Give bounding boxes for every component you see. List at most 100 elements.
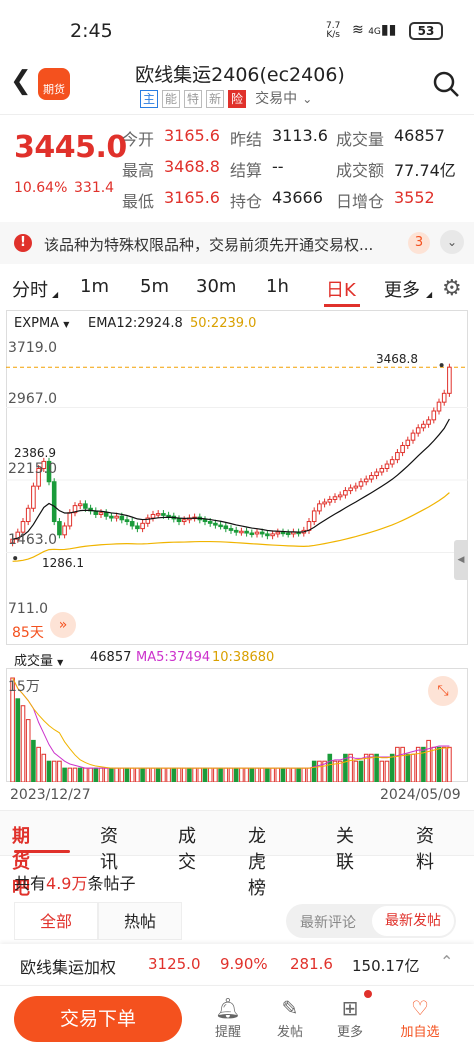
y-tick-1: 3719.0 [8, 340, 57, 356]
period-tab[interactable]: 30m [196, 276, 236, 297]
sub-tab[interactable]: 成交 [178, 822, 196, 874]
filter-all[interactable]: 全部 [14, 902, 98, 940]
ma10-label: 10:38680 [212, 650, 275, 665]
candle-body [447, 366, 452, 394]
period-tab[interactable]: 1m [80, 276, 109, 297]
candle-body [119, 515, 125, 521]
candle-body [337, 494, 343, 498]
volume-bar [129, 767, 135, 782]
volume-bar [384, 760, 390, 782]
candle-body [77, 503, 83, 507]
indicator-selector[interactable]: EXPMA ▼ [14, 316, 69, 331]
fullscreen-icon[interactable]: ⤡ [428, 676, 458, 706]
volume-bar [431, 746, 437, 782]
candle-body [280, 531, 286, 535]
volume-bar [405, 753, 411, 782]
candle-body [259, 531, 265, 535]
sub-tab[interactable]: 资料 [416, 822, 434, 874]
sub-tab[interactable]: 关联 [336, 822, 354, 874]
sub-tab[interactable]: 龙虎榜 [248, 822, 266, 900]
volume-bar [98, 767, 104, 782]
related-price: 3125.0 [148, 955, 201, 973]
sort-latest-comment[interactable]: 最新评论 [300, 912, 356, 932]
volume-bar [296, 767, 301, 782]
candle-body [285, 532, 291, 536]
ema12-line [12, 418, 450, 540]
period-tab[interactable]: 日K [326, 276, 356, 302]
candle-body [270, 533, 275, 537]
candle-body [405, 439, 411, 446]
volume-bar [317, 760, 322, 782]
quote-label: 成交量 [336, 130, 385, 149]
quote-label: 最高 [122, 161, 155, 180]
candle-body [311, 510, 317, 523]
volume-bar [67, 767, 73, 782]
y-tick-2: 2967.0 [8, 391, 57, 407]
candle-body [155, 513, 161, 516]
y-tick-3: 2215.0 [8, 461, 57, 477]
ma10-line [12, 677, 450, 769]
sub-tab[interactable]: 资讯 [100, 822, 118, 874]
dropdown-caret-icon: ◢ [426, 290, 433, 299]
volume-bar [291, 767, 296, 782]
candle-body [275, 531, 281, 535]
volume-bar [275, 767, 281, 782]
edit-icon: ✎ [281, 996, 299, 1020]
candle-body [150, 513, 156, 519]
candle-body [327, 498, 333, 503]
notice-bar[interactable]: ! 该品种为特殊权限品种，交易前须先开通交易权... 3 ⌄ [0, 222, 474, 264]
chevron-down-icon[interactable]: ⌄ [302, 92, 312, 106]
candle-body [369, 475, 374, 480]
low-marker: 1286.1 [42, 556, 84, 570]
collapse-handle[interactable]: ◀ [454, 540, 468, 580]
period-tab[interactable]: 1h [266, 276, 289, 297]
nav-watchlist[interactable]: ♡ 加自选 [394, 995, 446, 1040]
ema50-label: 50:2239.0 [190, 316, 257, 331]
nav-remind[interactable]: 🔔︎ 提醒 [202, 995, 254, 1040]
volume-selector[interactable]: 成交量 ▼ [14, 650, 63, 669]
period-tab[interactable]: 5m [140, 276, 169, 297]
sort-latest-post[interactable]: 最新发帖 [372, 906, 454, 936]
search-icon[interactable] [432, 70, 460, 102]
nav-post[interactable]: ✎ 发帖 [264, 995, 316, 1040]
trade-button[interactable]: 交易下单 [14, 996, 182, 1042]
candle-body [228, 528, 234, 531]
candle-body [431, 410, 437, 421]
scroll-back-icon[interactable]: » [50, 612, 76, 638]
volume-bar [77, 767, 83, 782]
quote-value: 46857 [394, 126, 445, 145]
volume-bar [223, 767, 229, 782]
ema12-label: EMA12:2924.8 [88, 316, 183, 331]
settings-icon[interactable]: ⚙ [442, 276, 462, 301]
volume-bar [51, 760, 57, 782]
alert-icon: ! [14, 234, 32, 252]
period-tab[interactable]: 更多 [384, 276, 420, 302]
volume-bar [254, 767, 260, 782]
related-pct: 9.90% [220, 955, 268, 973]
candle-body [244, 530, 249, 534]
related-bar[interactable]: 欧线集运加权 3125.0 9.90% 281.6 150.17亿 ⌃ [0, 944, 474, 984]
filter-hot[interactable]: 热帖 [98, 902, 182, 940]
dropdown-caret-icon: ◢ [52, 290, 59, 299]
candle-body [20, 521, 26, 533]
x-start-date: 2023/12/27 [10, 787, 91, 803]
volume-bar [25, 719, 31, 782]
quote-label: 昨结 [230, 130, 263, 149]
period-tab[interactable]: 分时 [12, 276, 48, 302]
back-icon[interactable]: ❮ [10, 66, 32, 96]
volume-bar [265, 767, 270, 782]
nav-more[interactable]: ⊞ 更多 [324, 995, 376, 1040]
candle-body [124, 519, 130, 523]
candle-body [57, 521, 62, 536]
candle-body [249, 532, 255, 536]
volume-bar [46, 760, 52, 782]
candle-body [358, 481, 364, 487]
volume-value: 46857 [90, 650, 132, 665]
arrow-up-icon[interactable]: ⌃ [440, 952, 453, 971]
volume-chart [10, 677, 452, 782]
quote-value: 43666 [272, 188, 323, 207]
volume-bar [109, 767, 114, 782]
expand-icon[interactable]: ⌄ [440, 230, 464, 254]
volume-bar [15, 698, 21, 782]
ma5-line [12, 677, 450, 769]
